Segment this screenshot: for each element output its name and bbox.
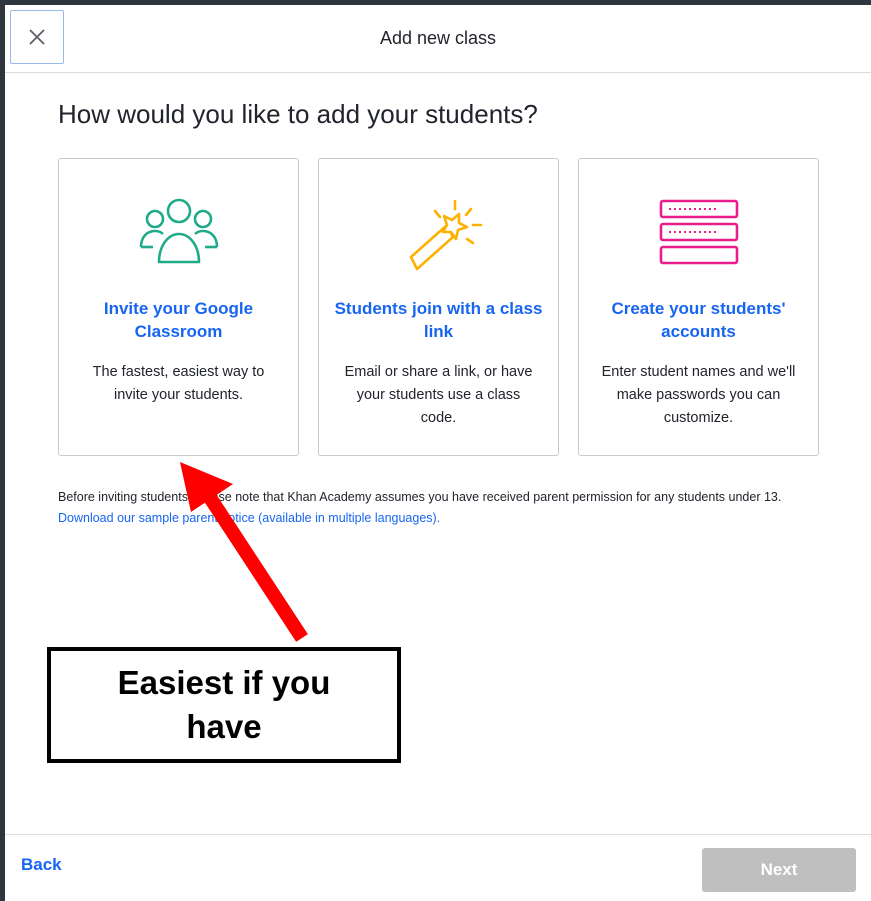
magic-wand-icon (409, 199, 483, 271)
account-forms-icon (659, 199, 739, 265)
card-create-accounts[interactable]: Create your students' accounts Enter stu… (578, 158, 819, 456)
card-class-link[interactable]: Students join with a class link Email or… (318, 158, 559, 456)
card-google-classroom[interactable]: Invite your Google Classroom The fastest… (58, 158, 299, 456)
notice-text: Before inviting students, please note th… (58, 490, 782, 504)
parent-notice-link[interactable]: Download our sample parent notice (avail… (58, 511, 440, 525)
card-description: Email or share a link, or have your stud… (344, 364, 533, 426)
modal-footer: Back Next (5, 834, 871, 901)
modal-title: Add new class (379, 28, 497, 48)
page-question: How would you like to add your students? (58, 99, 538, 129)
close-icon (29, 29, 45, 45)
modal-header: Add new class (5, 5, 871, 73)
card-title: Invite your Google Classroom (103, 299, 254, 341)
students-group-icon (139, 198, 219, 264)
card-title: Create your students' accounts (611, 299, 786, 341)
card-description: The fastest, easiest way to invite your … (92, 364, 265, 403)
parent-permission-notice: Before inviting students, please note th… (58, 487, 818, 529)
annotation-callout: Easiest if you have (47, 647, 401, 763)
card-title: Students join with a class link (334, 299, 543, 341)
add-class-modal: Add new class How would you like to add … (5, 5, 871, 901)
next-button[interactable]: Next (702, 848, 856, 892)
back-button[interactable]: Back (21, 855, 62, 875)
callout-text: Easiest if you have (117, 664, 331, 745)
card-description: Enter student names and we'll make passw… (601, 364, 796, 426)
close-button[interactable] (10, 10, 64, 64)
